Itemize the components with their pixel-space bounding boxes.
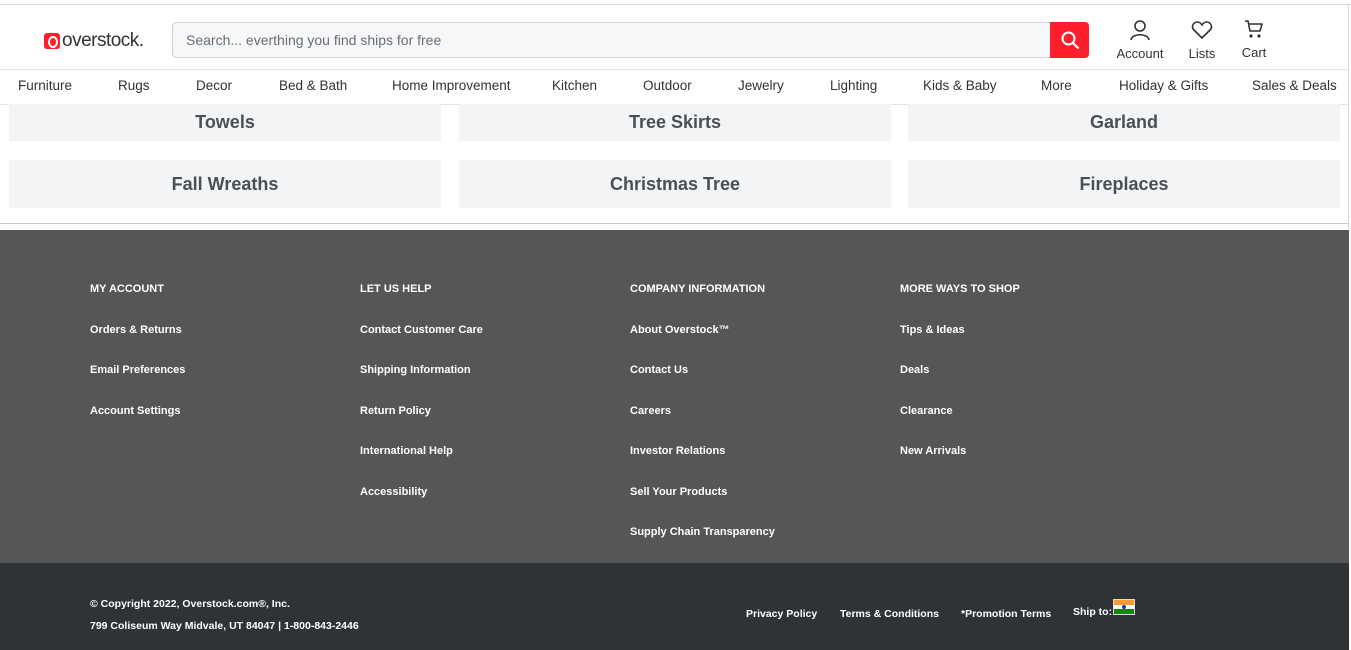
nav-item-furniture[interactable]: Furniture [18, 78, 72, 93]
footer-heading: COMPANY INFORMATION [630, 283, 766, 295]
nav-item-outdoor[interactable]: Outdoor [643, 78, 692, 93]
category-tile-fireplaces[interactable]: Fireplaces [908, 160, 1340, 208]
footer-heading: LET US HELP [360, 283, 432, 295]
cart-label: Cart [1241, 45, 1267, 60]
category-tile-christmas-tree[interactable]: Christmas Tree [459, 160, 891, 208]
nav-item-sales-deals[interactable]: Sales & Deals [1252, 78, 1337, 93]
footer-link-contact-us[interactable]: Contact Us [630, 364, 688, 376]
category-tile-tree-skirts[interactable]: Tree Skirts [459, 104, 891, 141]
category-tile-towels[interactable]: Towels [9, 104, 441, 141]
footer-link-shipping-information[interactable]: Shipping Information [360, 364, 471, 376]
account-icon [1130, 20, 1150, 41]
nav-item-lighting[interactable]: Lighting [830, 78, 877, 93]
footer-link-careers[interactable]: Careers [630, 405, 671, 417]
footer-link-return-policy[interactable]: Return Policy [360, 405, 431, 417]
cart-icon [1245, 20, 1263, 38]
category-tile-garland[interactable]: Garland [908, 104, 1340, 141]
nav-item-home-improvement[interactable]: Home Improvement [392, 78, 511, 93]
nav-item-more[interactable]: More [1041, 78, 1072, 93]
footer-link-investor-relations[interactable]: Investor Relations [630, 445, 725, 457]
copyright-text: © Copyright 2022, Overstock.com®, Inc. [90, 598, 290, 610]
nav-item-jewelry[interactable]: Jewelry [738, 78, 784, 93]
nav-item-rugs[interactable]: Rugs [118, 78, 150, 93]
footer-heading: MY ACCOUNT [90, 283, 164, 295]
nav-item-holiday-gifts[interactable]: Holiday & Gifts [1119, 78, 1208, 93]
category-label: Fireplaces [1079, 173, 1169, 194]
footer-links: MY ACCOUNT Orders & Returns Email Prefer… [0, 230, 1349, 563]
logo-text: overstock. [62, 30, 144, 51]
ship-to-label: Ship to: [1073, 606, 1113, 618]
site-header: overstock. Account Lists Cart [0, 5, 1349, 69]
footer-link-deals[interactable]: Deals [900, 364, 929, 376]
cart-button[interactable]: Cart [1229, 18, 1279, 60]
category-label: Garland [1089, 112, 1159, 132]
footer-link-sell-your-products[interactable]: Sell Your Products [630, 486, 727, 498]
account-label: Account [1116, 46, 1164, 61]
section-divider [0, 223, 1349, 224]
nav-item-kitchen[interactable]: Kitchen [552, 78, 597, 93]
footer-link-accessibility[interactable]: Accessibility [360, 486, 427, 498]
footer-link-international-help[interactable]: International Help [360, 445, 453, 457]
footer-link-orders-returns[interactable]: Orders & Returns [90, 324, 182, 336]
footer-link-tips-ideas[interactable]: Tips & Ideas [900, 324, 965, 336]
footer-link-about-overstock[interactable]: About Overstock™ [630, 324, 730, 336]
search-input[interactable] [173, 23, 1051, 57]
main-nav: Furniture Rugs Decor Bed & Bath Home Imp… [0, 69, 1349, 105]
company-address: 799 Coliseum Way Midvale, UT 84047 | 1-8… [90, 620, 359, 632]
footer-link-account-settings[interactable]: Account Settings [90, 405, 180, 417]
lists-label: Lists [1188, 46, 1216, 61]
nav-item-decor[interactable]: Decor [196, 78, 232, 93]
account-button[interactable]: Account [1115, 19, 1165, 61]
lists-button[interactable]: Lists [1177, 19, 1227, 61]
footer-link-email-preferences[interactable]: Email Preferences [90, 364, 185, 376]
footer-link-new-arrivals[interactable]: New Arrivals [900, 445, 966, 457]
footer-legal: © Copyright 2022, Overstock.com®, Inc. 7… [0, 563, 1349, 650]
search-icon [1061, 31, 1079, 50]
heart-icon [1191, 21, 1213, 40]
logo-mark-icon [44, 33, 60, 49]
footer-link-supply-chain-transparency[interactable]: Supply Chain Transparency [630, 526, 775, 538]
search-button[interactable] [1050, 22, 1089, 58]
promotion-terms-link[interactable]: *Promotion Terms [961, 608, 1051, 620]
footer-link-clearance[interactable]: Clearance [900, 405, 953, 417]
footer-link-contact-customer-care[interactable]: Contact Customer Care [360, 324, 483, 336]
india-flag-icon[interactable] [1113, 599, 1135, 615]
privacy-policy-link[interactable]: Privacy Policy [746, 608, 817, 620]
category-label: Fall Wreaths [171, 173, 279, 194]
category-label: Tree Skirts [628, 112, 722, 132]
nav-item-bed-bath[interactable]: Bed & Bath [279, 78, 347, 93]
search-bar [172, 22, 1089, 58]
category-label: Towels [195, 112, 255, 132]
nav-item-kids-baby[interactable]: Kids & Baby [923, 78, 997, 93]
overstock-logo[interactable]: overstock. [44, 29, 144, 53]
category-tile-fall-wreaths[interactable]: Fall Wreaths [9, 160, 441, 208]
category-label: Christmas Tree [609, 173, 741, 194]
footer-heading: MORE WAYS TO SHOP [900, 283, 1020, 295]
terms-conditions-link[interactable]: Terms & Conditions [840, 608, 939, 620]
